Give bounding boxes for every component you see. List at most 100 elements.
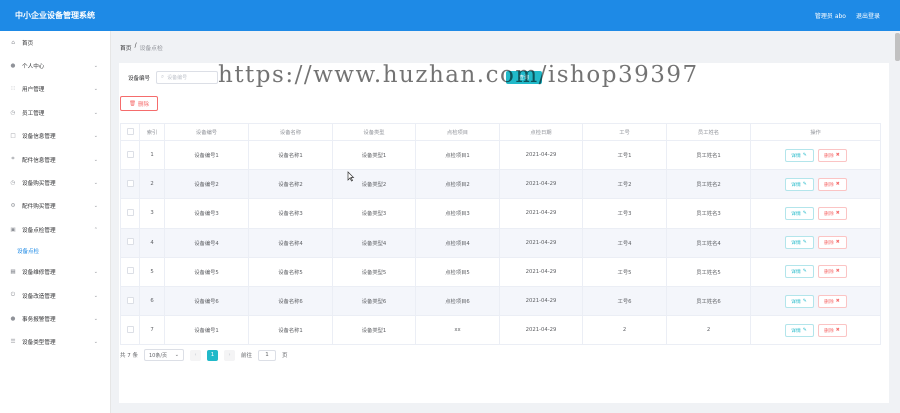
settings-icon: ⚙ [10, 203, 16, 210]
column-header: 设备编号 [164, 123, 249, 141]
sidebar-item-12[interactable]: ● 事务报警管理 ⌄ [0, 307, 110, 330]
chevron-down-icon: ⌄ [93, 339, 98, 346]
page-scrollbar[interactable] [895, 33, 900, 413]
row-delete-button[interactable]: 删除 ✖ [817, 323, 847, 337]
batch-delete-button[interactable]: 🗑 删除 [120, 96, 158, 111]
row-delete-label: 删除 [824, 328, 834, 334]
row-delete-button[interactable]: 删除 ✖ [817, 148, 847, 162]
row-delete-button[interactable]: 删除 ✖ [817, 236, 847, 250]
sidebar-subitem-inspection[interactable]: 设备点检 [0, 242, 110, 261]
row-checkbox[interactable] [126, 325, 134, 333]
table-cell: 设备名称2 [248, 169, 333, 200]
prev-page-button[interactable]: ‹ [190, 349, 201, 361]
row-checkbox[interactable] [126, 208, 134, 216]
logout-link[interactable]: 退出登录 [856, 11, 880, 20]
row-checkbox[interactable] [126, 296, 134, 304]
table-cell: 2021-04-29 [499, 169, 583, 200]
table-cell: 6 [139, 286, 165, 317]
page-size-select[interactable]: 10条/页 ⌄ [144, 349, 184, 361]
trash-icon: ✖ [835, 327, 840, 333]
list-icon: ☰ [10, 339, 16, 346]
row-detail-button[interactable]: 详情 ✎ [784, 206, 814, 220]
table-cell: 设备编号3 [164, 198, 249, 229]
table-cell: 设备类型3 [332, 198, 416, 229]
sidebar: ⌂ 首页 ● 个人中心 ⌄ ∷ 用户管理 ⌄ ◷ 员工管理 ⌄ □ 设备信息管理 ⌄ ⌗ 配件信息管理 ⌄ ◷ 设备… [0, 31, 111, 413]
sidebar-item-label: 设备类型管理 [22, 340, 56, 347]
table-cell: 设备名称5 [248, 257, 333, 287]
select-all-checkbox[interactable] [126, 127, 134, 135]
sidebar-item-8[interactable]: ⚙ 配件购买管理 ⌄ [0, 195, 110, 218]
sidebar-item-2[interactable]: ● 个人中心 ⌄ [0, 54, 110, 77]
sidebar-item-label: 设备改造管理 [22, 293, 56, 300]
row-detail-button[interactable]: 详情 ✎ [784, 323, 814, 337]
table-row[interactable]: 2 设备编号2 设备名称2 设备类型2 点检项目2 2021-04-29 工号2 员工姓名2 详… [120, 169, 881, 200]
row-select-cell [120, 140, 140, 171]
table-cell: 工号4 [582, 228, 667, 258]
table-cell: 设备名称6 [248, 286, 333, 317]
sidebar-item-5[interactable]: □ 设备信息管理 ⌄ [0, 125, 110, 148]
sidebar-item-4[interactable]: ◷ 员工管理 ⌄ [0, 101, 110, 124]
row-actions-cell: 详情 ✎ 删除 ✖ [750, 228, 881, 258]
breadcrumb: 首页 / 设备点检 [120, 43, 163, 52]
trash-icon: ✖ [835, 240, 840, 246]
column-header: 设备名称 [248, 123, 333, 141]
select-all-cell [120, 123, 140, 141]
trash-icon: ✖ [835, 298, 840, 304]
query-button[interactable]: 查询 [506, 71, 542, 84]
search-input[interactable]: ⌕ 设备编号 [156, 71, 219, 84]
sidebar-item-3[interactable]: ∷ 用户管理 ⌄ [0, 78, 110, 101]
row-delete-button[interactable]: 删除 ✖ [817, 206, 847, 220]
sidebar-item-9[interactable]: ▣ 设备点检管理 ⌃ [0, 218, 110, 241]
sidebar-item-6[interactable]: ⌗ 配件信息管理 ⌄ [0, 148, 110, 171]
table-row[interactable]: 3 设备编号3 设备名称3 设备类型3 点检项目3 2021-04-29 工号3 员工姓名3 详… [120, 198, 881, 229]
goto-prefix: 前往 [241, 353, 253, 359]
row-checkbox[interactable] [126, 267, 134, 275]
row-detail-button[interactable]: 详情 ✎ [784, 236, 814, 250]
next-page-button[interactable]: › [224, 349, 235, 361]
table-row[interactable]: 6 设备编号6 设备名称6 设备类型6 点检项目6 2021-04-29 工号6 员工姓名6 详… [120, 286, 881, 317]
chevron-down-icon: ⌄ [93, 292, 98, 299]
admin-user-label[interactable]: 管理员 abo [815, 11, 846, 20]
chevron-down-icon: ⌄ [93, 63, 98, 70]
chevron-down-icon: ⌄ [93, 269, 98, 276]
sidebar-item-7[interactable]: ◷ 设备购买管理 ⌄ [0, 171, 110, 194]
table-row[interactable]: 7 设备编号1 设备名称1 设备类型1 xx 2021-04-29 2 2 详情 ✎ 删除 ✖ [120, 315, 881, 346]
table-row[interactable]: 5 设备编号5 设备名称5 设备类型5 点检项目5 2021-04-29 工号5 员工姓名5 详… [120, 257, 881, 287]
table-cell: 2021-04-29 [499, 198, 583, 229]
column-header: 操作 [750, 123, 881, 141]
row-delete-button[interactable]: 删除 ✖ [817, 265, 847, 279]
row-detail-button[interactable]: 详情 ✎ [784, 148, 814, 162]
sidebar-item-11[interactable]: ⏻ 设备改造管理 ⌄ [0, 284, 110, 307]
sidebar-item-13[interactable]: ☰ 设备类型管理 ⌄ [0, 331, 110, 354]
row-detail-button[interactable]: 详情 ✎ [784, 265, 814, 279]
sidebar-item-10[interactable]: ▦ 设备维修管理 ⌄ [0, 261, 110, 284]
row-checkbox[interactable] [126, 150, 134, 158]
table-cell: 3 [139, 198, 165, 229]
table-cell: xx [415, 315, 500, 346]
sidebar-item-label: 配件信息管理 [22, 157, 56, 164]
chevron-down-icon: ⌄ [93, 109, 98, 116]
row-detail-button[interactable]: 详情 ✎ [784, 177, 814, 191]
column-header: 设备类型 [332, 123, 416, 141]
row-detail-button[interactable]: 详情 ✎ [784, 294, 814, 308]
table-cell: 2021-04-29 [499, 140, 583, 171]
breadcrumb-home[interactable]: 首页 [120, 43, 132, 52]
table-cell: 设备类型2 [332, 169, 416, 200]
edit-icon: ✎ [802, 181, 807, 187]
row-delete-button[interactable]: 删除 ✖ [817, 177, 847, 191]
scrollbar-thumb[interactable] [895, 33, 900, 61]
table-row[interactable]: 4 设备编号4 设备名称4 设备类型4 点检项目4 2021-04-29 工号4 员工姓名4 详… [120, 228, 881, 258]
goto-page-input[interactable]: 1 [258, 349, 277, 361]
home-icon: ⌂ [11, 39, 15, 46]
row-checkbox[interactable] [126, 238, 134, 246]
app-title: 中小企业设备管理系统 [15, 11, 95, 20]
table-cell: 设备编号1 [164, 140, 249, 171]
row-delete-button[interactable]: 删除 ✖ [817, 294, 847, 308]
sidebar-item-1[interactable]: ⌂ 首页 [0, 31, 110, 54]
chevron-down-icon: ⌄ [174, 352, 179, 358]
row-checkbox[interactable] [126, 179, 134, 187]
page-number-current[interactable]: 1 [207, 349, 218, 361]
table-row[interactable]: 1 设备编号1 设备名称1 设备类型1 点检项目1 2021-04-29 工号1 员工姓名1 详… [120, 140, 881, 171]
table-cell: 工号1 [582, 140, 667, 171]
table-cell: 设备名称3 [248, 198, 333, 229]
